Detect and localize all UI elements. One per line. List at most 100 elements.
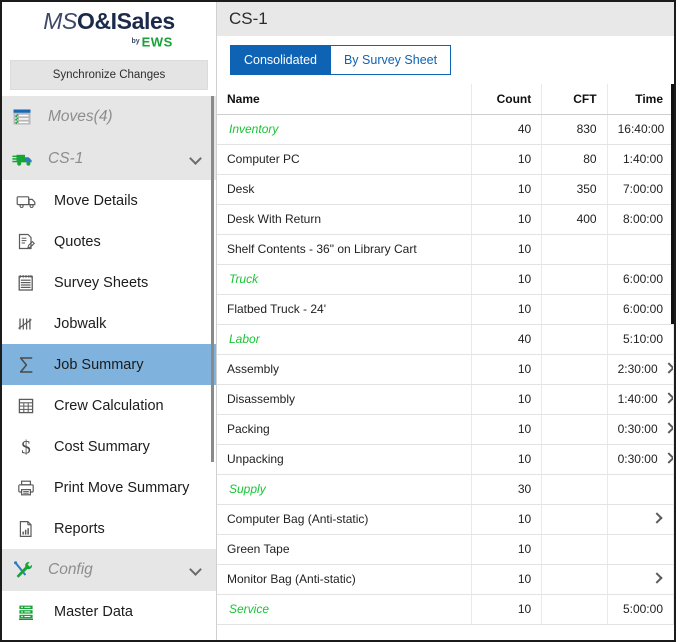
cell-cft bbox=[542, 504, 607, 534]
sidebar-nav: Moves(4) CS-1 bbox=[2, 96, 216, 640]
sidebar-item-cost-summary[interactable]: $ Cost Summary bbox=[2, 426, 216, 467]
cell-count: 10 bbox=[471, 204, 542, 234]
cell-name: Supply bbox=[217, 474, 471, 504]
column-header-count[interactable]: Count bbox=[471, 84, 542, 114]
database-icon bbox=[16, 602, 46, 622]
tab-by-survey-sheet[interactable]: By Survey Sheet bbox=[330, 45, 451, 75]
chevron-right-icon[interactable] bbox=[664, 393, 674, 404]
chevron-right-icon[interactable] bbox=[664, 423, 674, 434]
column-header-cft[interactable]: CFT bbox=[542, 84, 607, 114]
table-row[interactable]: Desk With Return104008:00:00 bbox=[217, 204, 674, 234]
cell-time: 6:00:00 bbox=[607, 294, 673, 324]
sidebar-item-job-summary[interactable]: Job Summary bbox=[2, 344, 216, 385]
cell-cft bbox=[542, 384, 607, 414]
table-row[interactable]: Computer Bag (Anti-static)10 bbox=[217, 504, 674, 534]
cell-time-value: 7:00:00 bbox=[623, 182, 663, 196]
sidebar-item-reports[interactable]: Reports bbox=[2, 508, 216, 549]
chevron-right-icon[interactable] bbox=[664, 363, 674, 374]
table-group-row[interactable]: Supply30 bbox=[217, 474, 674, 504]
cell-time: 6:00:00 bbox=[607, 264, 673, 294]
main-scrollbar-thumb[interactable] bbox=[671, 84, 674, 324]
cell-count: 10 bbox=[471, 594, 542, 624]
table-row[interactable]: Computer PC10801:40:00 bbox=[217, 144, 674, 174]
table-group-row[interactable]: Labor405:10:00 bbox=[217, 324, 674, 354]
cell-cft bbox=[542, 414, 607, 444]
cell-time: 1:40:00 bbox=[607, 384, 673, 414]
cell-count: 10 bbox=[471, 384, 542, 414]
cell-time: 0:30:00 bbox=[607, 414, 673, 444]
sidebar-item-crew-calculation[interactable]: Crew Calculation bbox=[2, 385, 216, 426]
table-group-row[interactable]: Service105:00:00 bbox=[217, 594, 674, 624]
sidebar-item-print-move-summary-label: Print Move Summary bbox=[46, 480, 189, 496]
cell-cft bbox=[542, 324, 607, 354]
table-row[interactable]: Monitor Bag (Anti-static)10 bbox=[217, 564, 674, 594]
column-header-time[interactable]: Time bbox=[607, 84, 673, 114]
sidebar-item-quotes-label: Quotes bbox=[46, 234, 101, 250]
sidebar-scrollbar-thumb[interactable] bbox=[211, 96, 214, 462]
table-group-row[interactable]: Inventory4083016:40:00 bbox=[217, 114, 674, 144]
table-row[interactable]: Disassembly101:40:00 bbox=[217, 384, 674, 414]
sidebar-group-moves[interactable]: Moves(4) bbox=[2, 96, 216, 138]
cell-name: Assembly bbox=[217, 354, 471, 384]
checklist-icon bbox=[12, 107, 42, 127]
sidebar-group-cs1[interactable]: CS-1 bbox=[2, 138, 216, 180]
sidebar-item-custom-inventories[interactable]: Custom Inventories bbox=[2, 632, 216, 640]
chevron-right-icon[interactable] bbox=[652, 513, 663, 524]
logo-ms-text: MS bbox=[43, 8, 77, 34]
svg-text:$: $ bbox=[21, 437, 31, 458]
truck-icon bbox=[12, 150, 42, 168]
chevron-down-icon[interactable] bbox=[190, 564, 202, 576]
cell-time bbox=[607, 474, 673, 504]
table-row[interactable]: Assembly102:30:00 bbox=[217, 354, 674, 384]
sidebar-item-jobwalk[interactable]: Jobwalk bbox=[2, 303, 216, 344]
table-row[interactable]: Packing100:30:00 bbox=[217, 414, 674, 444]
cell-time: 5:00:00 bbox=[607, 594, 673, 624]
sidebar-item-move-details[interactable]: Move Details bbox=[2, 180, 216, 221]
cell-count: 10 bbox=[471, 534, 542, 564]
sidebar-item-survey-sheets-label: Survey Sheets bbox=[46, 275, 148, 291]
chevron-right-icon[interactable] bbox=[664, 453, 674, 464]
table-row[interactable]: Desk103507:00:00 bbox=[217, 174, 674, 204]
cell-time bbox=[607, 564, 673, 594]
cell-time: 1:40:00 bbox=[607, 144, 673, 174]
tools-icon bbox=[12, 560, 42, 580]
cell-cft bbox=[542, 534, 607, 564]
cell-count: 10 bbox=[471, 264, 542, 294]
cell-time bbox=[607, 504, 673, 534]
sidebar-item-print-move-summary[interactable]: Print Move Summary bbox=[2, 467, 216, 508]
table-row[interactable]: Flatbed Truck - 24'106:00:00 bbox=[217, 294, 674, 324]
cell-count: 10 bbox=[471, 234, 542, 264]
cell-time-value: 16:40:00 bbox=[618, 122, 665, 136]
cell-time-value: 6:00:00 bbox=[623, 302, 663, 316]
cell-name: Monitor Bag (Anti-static) bbox=[217, 564, 471, 594]
cell-time-value: 6:00:00 bbox=[623, 272, 663, 286]
notepad-icon bbox=[16, 273, 46, 293]
cell-count: 10 bbox=[471, 444, 542, 474]
tab-consolidated[interactable]: Consolidated bbox=[230, 45, 330, 75]
table-row[interactable]: Unpacking10 0:30:00 bbox=[217, 444, 674, 474]
synchronize-changes-button[interactable]: Synchronize Changes bbox=[10, 60, 208, 90]
sidebar-item-master-data[interactable]: Master Data bbox=[2, 591, 216, 632]
table-row[interactable]: Shelf Contents - 36" on Library Cart10 bbox=[217, 234, 674, 264]
logo-ews-text: EWS bbox=[142, 34, 173, 49]
cell-name: Labor bbox=[217, 324, 471, 354]
chevron-right-icon[interactable] bbox=[652, 573, 663, 584]
sigma-icon bbox=[16, 354, 46, 376]
cell-name: Unpacking bbox=[217, 444, 471, 474]
cell-name: Truck bbox=[217, 264, 471, 294]
truck-side-icon bbox=[16, 192, 46, 210]
sidebar-item-survey-sheets[interactable]: Survey Sheets bbox=[2, 262, 216, 303]
table-group-row[interactable]: Truck10 6:00:00 bbox=[217, 264, 674, 294]
sidebar-item-reports-label: Reports bbox=[46, 521, 105, 537]
cell-count: 10 bbox=[471, 414, 542, 444]
table-row[interactable]: Green Tape10 bbox=[217, 534, 674, 564]
job-summary-table: Name Count CFT Time Inventory4083016:40:… bbox=[217, 84, 674, 625]
cell-time bbox=[607, 534, 673, 564]
sidebar-item-quotes[interactable]: Quotes bbox=[2, 221, 216, 262]
column-header-name[interactable]: Name bbox=[217, 84, 471, 114]
sidebar-group-config[interactable]: Config bbox=[2, 549, 216, 591]
cell-count: 10 bbox=[471, 504, 542, 534]
chevron-down-icon[interactable] bbox=[190, 153, 202, 165]
cell-time-value: 0:30:00 bbox=[618, 452, 658, 466]
logo-by-text: by bbox=[131, 38, 139, 45]
